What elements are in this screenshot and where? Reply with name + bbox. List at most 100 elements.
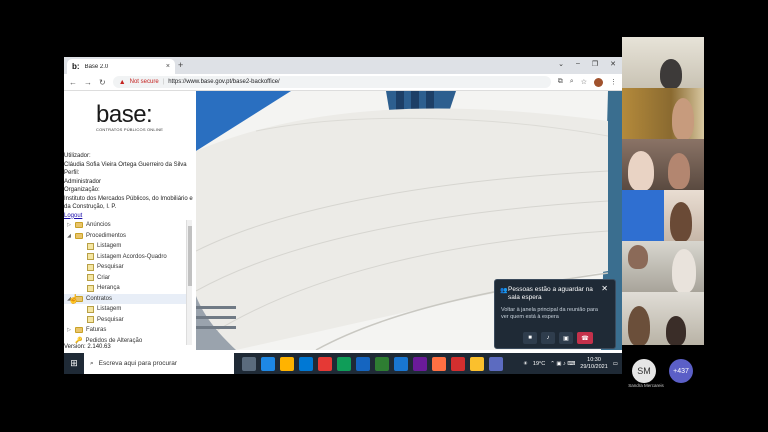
- tray-icons[interactable]: ⌃ ▣ ♪ ⌨: [550, 361, 575, 367]
- tree-item[interactable]: ◢ Procedimentos: [64, 231, 186, 242]
- address-bar[interactable]: ▲ Not secure | https://www.base.gov.pt/b…: [112, 76, 551, 88]
- participant-video-tile[interactable]: [622, 139, 704, 190]
- participant-avatar-name: Sandra Mercareis: [628, 383, 664, 388]
- reload-icon[interactable]: ↻: [99, 78, 106, 87]
- tree-scrollbar[interactable]: [186, 220, 192, 345]
- taskbar-app-icon[interactable]: [299, 356, 313, 371]
- participant-avatar[interactable]: SM: [632, 359, 656, 383]
- taskbar-app-icon[interactable]: [356, 356, 370, 371]
- not-secure-label[interactable]: Not secure: [130, 79, 159, 85]
- tree-expander-icon[interactable]: ▷: [66, 327, 72, 333]
- window-controls: ⌄ – ❐ ✕: [558, 60, 616, 68]
- tree-item-label[interactable]: Contratos: [86, 296, 112, 302]
- browser-tab[interactable]: b: Base 2.0 ×: [67, 59, 175, 74]
- notifications-icon[interactable]: ▭: [613, 361, 618, 367]
- participant-figure: [628, 306, 650, 345]
- taskbar-app-icon[interactable]: [261, 356, 275, 371]
- minimize-icon[interactable]: –: [576, 60, 580, 68]
- scrollbar-thumb[interactable]: [188, 226, 192, 286]
- tree-expander-icon[interactable]: ◢: [66, 233, 72, 239]
- profile-value: Administrador: [64, 178, 102, 185]
- taskbar-app-icon[interactable]: [394, 356, 408, 371]
- bookmark-star-icon[interactable]: ☆: [581, 78, 587, 86]
- participant-figure: [628, 245, 648, 269]
- zoom-icon[interactable]: ⌕: [570, 78, 574, 86]
- tab-search-icon[interactable]: ⌄: [558, 60, 564, 68]
- tree-expander-icon[interactable]: ▷: [66, 222, 72, 228]
- tree-item-label[interactable]: Anúncios: [86, 222, 111, 228]
- tree-item[interactable]: Pesquisar: [64, 315, 186, 326]
- share-screen-icon[interactable]: ▣: [559, 332, 573, 344]
- tree-item-label[interactable]: Faturas: [86, 327, 106, 333]
- taskbar-app-icon[interactable]: [470, 356, 484, 371]
- clock[interactable]: 10:30 29/10/2021: [580, 357, 608, 371]
- profile-avatar-icon[interactable]: [594, 77, 603, 87]
- tree-item[interactable]: ◢ Contratos: [64, 293, 186, 304]
- more-participants-badge[interactable]: +437: [669, 359, 693, 383]
- folder-icon: [75, 232, 83, 239]
- notification-body[interactable]: Voltar à janela principal da reunião par…: [501, 307, 607, 321]
- tree-item[interactable]: ▷ Anúncios: [64, 220, 186, 231]
- url-text[interactable]: https://www.base.gov.pt/base2-backoffice…: [168, 79, 280, 85]
- tree-item[interactable]: Listagem: [64, 241, 186, 252]
- taskbar-app-icon[interactable]: [242, 356, 256, 371]
- tree-item-label[interactable]: Listagem: [97, 306, 121, 312]
- tab-close-icon[interactable]: ×: [166, 63, 170, 70]
- page-icon: [87, 263, 94, 271]
- omnibox-separator: |: [162, 79, 165, 85]
- taskbar-app-icon[interactable]: [318, 356, 332, 371]
- taskbar-app-icon[interactable]: [489, 356, 503, 371]
- taskbar-app-icon[interactable]: [280, 356, 294, 371]
- tree-item[interactable]: Herança: [64, 283, 186, 294]
- logout-link[interactable]: Logout: [64, 212, 196, 221]
- tree-item-label[interactable]: Herança: [97, 285, 120, 291]
- logo-wordmark: base:: [96, 101, 153, 128]
- tree-item-label[interactable]: Listagem: [97, 243, 121, 249]
- teams-meeting-stage: b: Base 2.0 × + ⌄ – ❐ ✕ ← → ↻ ▲ Not secu…: [0, 0, 768, 432]
- participant-video-tile[interactable]: [622, 292, 704, 345]
- notification-close-icon[interactable]: ✕: [601, 284, 608, 293]
- taskbar-app-icon[interactable]: [432, 356, 446, 371]
- tree-item-label[interactable]: Pedidos de Alteração: [85, 338, 142, 344]
- translate-icon[interactable]: ⧉: [558, 78, 563, 86]
- search-icon: ⌕: [90, 359, 94, 367]
- tree-item[interactable]: Listagem: [64, 304, 186, 315]
- camera-icon[interactable]: ■: [523, 332, 537, 344]
- taskbar-app-icon[interactable]: [413, 356, 427, 371]
- weather-temp[interactable]: 19°C: [533, 361, 545, 367]
- close-window-icon[interactable]: ✕: [610, 60, 616, 68]
- teams-waiting-notification[interactable]: 👥 Pessoas estão a aguardar na sala esper…: [494, 279, 616, 349]
- org-label: Organização:: [64, 187, 100, 193]
- forward-icon[interactable]: →: [84, 78, 92, 87]
- tree-item-label[interactable]: Procedimentos: [86, 233, 126, 239]
- tree-item-label[interactable]: Pesquisar: [97, 264, 124, 270]
- participant-video-tile[interactable]: [622, 88, 704, 139]
- tree-item[interactable]: ▷ Faturas: [64, 325, 186, 336]
- tree-item-label[interactable]: Listagem Acordos-Quadro: [97, 254, 167, 260]
- base-favicon-icon: b:: [72, 62, 80, 71]
- participant-video-tile[interactable]: [622, 190, 704, 241]
- profile-label: Perfil:: [64, 170, 80, 176]
- tree-item[interactable]: Pesquisar: [64, 262, 186, 273]
- windows-start-icon[interactable]: ⊞: [64, 358, 84, 369]
- weather-icon[interactable]: ☀: [523, 361, 528, 367]
- back-icon[interactable]: ←: [69, 78, 77, 87]
- microphone-icon[interactable]: ♪: [541, 332, 555, 344]
- maximize-icon[interactable]: ❐: [592, 60, 598, 68]
- org-value: Instituto dos Mercados Públicos, do Imob…: [64, 195, 193, 211]
- tree-item[interactable]: Criar: [64, 273, 186, 284]
- base-logo: base: CONTRATOS PÚBLICOS ONLINE: [96, 101, 176, 132]
- participant-video-tile[interactable]: [622, 37, 704, 88]
- tree-item[interactable]: Listagem Acordos-Quadro: [64, 252, 186, 263]
- taskbar-app-icon[interactable]: [451, 356, 465, 371]
- taskbar-search[interactable]: ⌕ Escreva aqui para procurar: [84, 353, 234, 374]
- taskbar-app-icon[interactable]: [337, 356, 351, 371]
- navigation-tree: ▷ Anúncios ◢ Procedimentos Listagem Listagem …: [64, 220, 186, 346]
- tree-item-label[interactable]: Criar: [97, 275, 110, 281]
- browser-menu-icon[interactable]: ⋮: [610, 78, 617, 86]
- new-tab-button[interactable]: +: [178, 60, 183, 70]
- tree-item-label[interactable]: Pesquisar: [97, 317, 124, 323]
- taskbar-app-icon[interactable]: [375, 356, 389, 371]
- participant-video-tile[interactable]: [622, 241, 704, 292]
- hang-up-icon[interactable]: ☎: [577, 332, 593, 344]
